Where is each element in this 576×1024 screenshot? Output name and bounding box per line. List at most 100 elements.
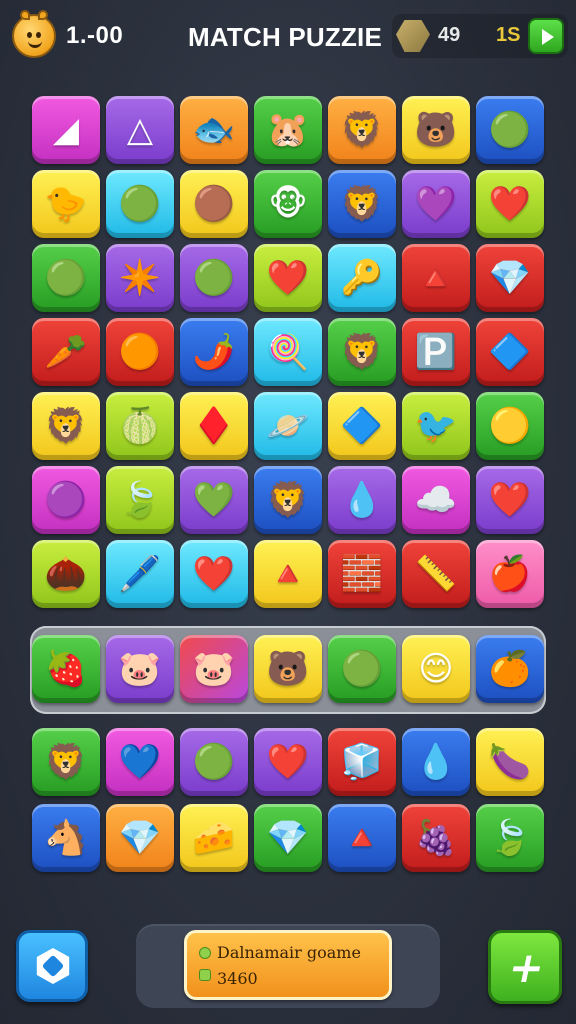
pig-icon: 🐷 — [192, 649, 236, 689]
tile[interactable]: 💧 — [328, 466, 396, 534]
tile[interactable]: 🐷 — [106, 635, 174, 703]
tile[interactable]: ♦️ — [180, 392, 248, 460]
tile[interactable]: 🐴 — [32, 804, 100, 872]
tile[interactable]: 🐦 — [402, 392, 470, 460]
tile[interactable]: 🟢 — [476, 96, 544, 164]
tile[interactable]: 🔷 — [476, 318, 544, 386]
tile[interactable]: 🔷 — [328, 392, 396, 460]
tile[interactable]: ◢ — [32, 96, 100, 164]
tile[interactable]: 🍭 — [254, 318, 322, 386]
lion-icon: 🦁 — [340, 110, 384, 150]
tile[interactable]: △ — [106, 96, 174, 164]
tile[interactable]: 🔺 — [402, 244, 470, 312]
hint-button[interactable] — [16, 930, 88, 1002]
lion-icon: 🦁 — [340, 332, 384, 372]
tile[interactable]: 🍃 — [476, 804, 544, 872]
tile[interactable]: 🐻 — [402, 96, 470, 164]
tile[interactable]: 🍊 — [476, 635, 544, 703]
tile[interactable]: 🍇 — [402, 804, 470, 872]
tile[interactable]: 🍃 — [106, 466, 174, 534]
tile[interactable]: ❤️ — [180, 540, 248, 608]
chick-icon: 🐤 — [44, 184, 88, 224]
tile[interactable]: 🐟 — [180, 96, 248, 164]
tile[interactable]: ❤️ — [476, 466, 544, 534]
tile[interactable]: 💎 — [106, 804, 174, 872]
tile[interactable]: 🦁 — [328, 96, 396, 164]
objective-banner[interactable]: Dalnamair goame 3460 — [184, 930, 392, 1000]
tile[interactable]: 🔺 — [254, 540, 322, 608]
tile[interactable]: 💙 — [106, 728, 174, 796]
tile[interactable]: 🖊️ — [106, 540, 174, 608]
tile[interactable]: 🟠 — [106, 318, 174, 386]
play-button[interactable] — [528, 18, 564, 54]
player-avatar[interactable] — [12, 10, 56, 58]
tile[interactable]: 🟢 — [180, 244, 248, 312]
tile[interactable]: 🦁 — [328, 170, 396, 238]
tile[interactable]: 🧀 — [180, 804, 248, 872]
tile[interactable]: 🌶️ — [180, 318, 248, 386]
tile[interactable]: 🟤 — [180, 170, 248, 238]
key-icon: 🔑 — [340, 258, 384, 298]
tile[interactable]: ❤️ — [254, 728, 322, 796]
banner-text: Dalnamair goame — [217, 943, 361, 962]
tile[interactable]: 💎 — [254, 804, 322, 872]
tile[interactable]: 🦁 — [32, 392, 100, 460]
tile[interactable]: ✴️ — [106, 244, 174, 312]
tile[interactable]: 💎 — [476, 244, 544, 312]
tile-row: 🟣 🍃 💚 🦁 💧 ☁️ ❤️ — [28, 466, 548, 540]
tile[interactable]: 🔑 — [328, 244, 396, 312]
tile[interactable]: 🐷 — [180, 635, 248, 703]
tile[interactable]: 💜 — [402, 170, 470, 238]
monkey-icon: 🐵 — [268, 184, 308, 224]
tile[interactable]: ☁️ — [402, 466, 470, 534]
drop-icon: 💧 — [340, 480, 384, 520]
tile[interactable]: 🦁 — [328, 318, 396, 386]
tile[interactable]: 🟡 — [476, 392, 544, 460]
tile[interactable]: 🐤 — [32, 170, 100, 238]
blue-heart-icon: 💙 — [118, 742, 162, 782]
tile[interactable]: 🐻 — [254, 635, 322, 703]
orange-icon: 🍊 — [488, 649, 532, 689]
tile[interactable]: 🟢 — [106, 170, 174, 238]
tile[interactable]: 💚 — [180, 466, 248, 534]
tile[interactable]: ❤️ — [476, 170, 544, 238]
tile[interactable]: 🟢 — [180, 728, 248, 796]
tile[interactable]: 🟣 — [32, 466, 100, 534]
green-ball-icon: 🟢 — [192, 742, 236, 782]
tile[interactable]: 😊 — [402, 635, 470, 703]
bear-icon: 🐻 — [414, 110, 458, 150]
lollipop-icon: 🍭 — [266, 332, 310, 372]
tile[interactable]: 💧 — [402, 728, 470, 796]
green-blob-icon: 🟢 — [488, 110, 532, 150]
eggplant-icon: 🍆 — [488, 742, 532, 782]
tile[interactable]: 📏 — [402, 540, 470, 608]
tile[interactable]: 🦁 — [254, 466, 322, 534]
avatar-eye — [36, 32, 41, 38]
crystal-icon: 🔷 — [340, 406, 384, 446]
balloon-icon: 🟠 — [118, 332, 162, 372]
ruler-icon: 📏 — [414, 554, 458, 594]
tile[interactable]: 🍎 — [476, 540, 544, 608]
add-button[interactable]: + — [488, 930, 562, 1004]
tile[interactable]: 🥕 — [32, 318, 100, 386]
letter-p-icon: 🅿️ — [414, 332, 458, 372]
tile[interactable]: 🐹 — [254, 96, 322, 164]
tile[interactable]: ❤️ — [254, 244, 322, 312]
lion-icon: 🦁 — [44, 406, 88, 446]
tile[interactable]: 🍆 — [476, 728, 544, 796]
tile[interactable]: 🍈 — [106, 392, 174, 460]
tile[interactable]: 🧊 — [328, 728, 396, 796]
tile[interactable]: 🟢 — [32, 244, 100, 312]
tile[interactable]: 🍓 — [32, 635, 100, 703]
tile[interactable]: 🌰 — [32, 540, 100, 608]
tile[interactable]: 🟢 — [328, 635, 396, 703]
tile[interactable]: 🅿️ — [402, 318, 470, 386]
tile[interactable]: 🦁 — [32, 728, 100, 796]
highlighted-row: 🍓 🐷 🐷 🐻 🟢 😊 🍊 — [30, 626, 546, 714]
smile-icon: 😊 — [418, 649, 454, 689]
tile[interactable]: 🧱 — [328, 540, 396, 608]
tile[interactable]: 🔺 — [328, 804, 396, 872]
tile[interactable]: 🐵 — [254, 170, 322, 238]
tile[interactable]: 🪐 — [254, 392, 322, 460]
planet-icon: 🪐 — [266, 406, 310, 446]
